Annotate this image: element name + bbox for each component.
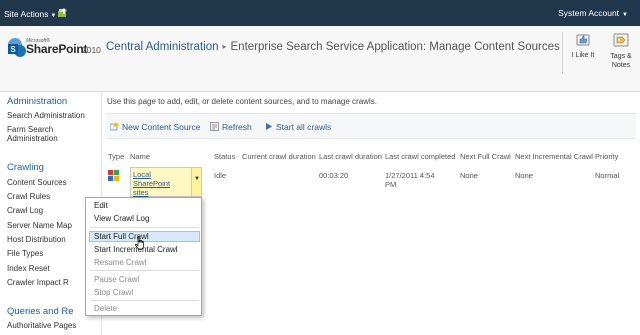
cell-last-crawl-completed-line2: PM bbox=[385, 180, 397, 189]
nav-item-authoritative-pages[interactable]: Authoritative Pages bbox=[7, 321, 76, 330]
chevron-down-icon: ▼ bbox=[622, 12, 628, 18]
column-header-last-crawl-completed[interactable]: Last crawl completed bbox=[385, 152, 455, 161]
tags-label-line1: Tags & bbox=[610, 53, 632, 60]
svg-text:S: S bbox=[10, 45, 16, 54]
user-menu[interactable]: System Account ▼ bbox=[558, 8, 628, 18]
nav-heading-queries-and-results[interactable]: Queries and Re bbox=[7, 306, 74, 317]
breadcrumb-root-link[interactable]: Central Administration bbox=[106, 41, 219, 53]
cell-last-crawl-completed-line1: 1/27/2011 4:54 bbox=[385, 171, 435, 180]
content-source-name-line1: Local bbox=[133, 170, 151, 179]
content-source-context-menu: Edit View Crawl Log Start Full Crawl Sta… bbox=[85, 197, 202, 316]
logo-version: 2010 bbox=[82, 45, 101, 55]
hand-cursor-icon bbox=[135, 236, 144, 250]
nav-heading-administration[interactable]: Administration bbox=[7, 96, 67, 107]
column-header-last-crawl-duration[interactable]: Last crawl duration bbox=[319, 152, 382, 161]
cell-last-crawl-duration: 00:03:20 bbox=[319, 171, 349, 180]
cell-next-full-crawl: None bbox=[460, 171, 478, 180]
menu-item-pause-crawl: Pause Crawl bbox=[94, 275, 140, 284]
menu-item-view-crawl-log[interactable]: View Crawl Log bbox=[94, 214, 149, 223]
column-header-current-crawl-duration[interactable]: Current crawl duration bbox=[242, 152, 316, 161]
title-area: S Microsoft® SharePoint 2010 Central Adm… bbox=[0, 26, 640, 92]
thumbs-up-icon bbox=[576, 34, 590, 46]
play-icon bbox=[266, 123, 272, 130]
column-header-name[interactable]: Name bbox=[130, 152, 150, 161]
site-actions-menu[interactable]: Site Actions ▼ bbox=[4, 9, 56, 19]
content-source-menu-dropdown[interactable]: ▼ bbox=[191, 168, 201, 196]
content-source-name-cell[interactable]: Local SharePoint sites ▼ bbox=[130, 167, 202, 197]
page-title: Enterprise Search Service Application: M… bbox=[230, 41, 560, 53]
nav-item-server-name-mappings[interactable]: Server Name Map bbox=[7, 221, 72, 230]
content-source-toolbar: New Content Source Refresh Start all cra… bbox=[106, 113, 636, 139]
menu-separator bbox=[90, 300, 199, 301]
nav-item-crawl-log[interactable]: Crawl Log bbox=[7, 206, 43, 215]
menu-item-resume-crawl: Resume Crawl bbox=[94, 258, 147, 267]
cell-status: Idle bbox=[214, 171, 227, 180]
menu-item-edit[interactable]: Edit bbox=[94, 201, 108, 210]
sharepoint-content-source-icon bbox=[108, 170, 119, 181]
nav-item-host-distribution[interactable]: Host Distribution bbox=[7, 235, 66, 244]
nav-item-farm-search[interactable]: Farm Search bbox=[7, 125, 53, 134]
nav-item-search-administration[interactable]: Search Administration bbox=[7, 111, 85, 120]
nav-item-crawler-impact-rules[interactable]: Crawler Impact R bbox=[7, 278, 69, 287]
start-all-crawls-label: Start all crawls bbox=[276, 122, 332, 132]
nav-item-index-reset[interactable]: Index Reset bbox=[7, 264, 50, 273]
new-content-source-button[interactable]: New Content Source bbox=[110, 122, 200, 132]
cell-priority: Normal bbox=[595, 171, 620, 180]
nav-heading-crawling[interactable]: Crawling bbox=[7, 162, 44, 173]
column-header-status[interactable]: Status bbox=[214, 152, 235, 161]
site-actions-label: Site Actions bbox=[4, 9, 49, 19]
sharepoint-logo-icon: S bbox=[8, 38, 26, 57]
nav-item-farm-search-cont[interactable]: Administration bbox=[7, 134, 58, 143]
logo-product-name: SharePoint bbox=[26, 42, 88, 56]
breadcrumb-separator-icon: ▸ bbox=[222, 42, 227, 51]
menu-item-stop-crawl: Stop Crawl bbox=[94, 288, 134, 297]
breadcrumb: Central Administration ▸ Enterprise Search… bbox=[106, 41, 560, 53]
content-source-name-line3: sites bbox=[133, 188, 149, 197]
start-all-crawls-button[interactable]: Start all crawls bbox=[264, 122, 331, 132]
column-header-next-incremental-crawl[interactable]: Next Incremental Crawl bbox=[515, 152, 593, 161]
content-source-name-link[interactable]: Local SharePoint sites bbox=[133, 170, 191, 197]
chevron-down-icon: ▼ bbox=[50, 13, 57, 19]
new-item-icon bbox=[110, 122, 119, 131]
i-like-it-button[interactable]: I Like It bbox=[568, 32, 598, 59]
tag-icon bbox=[613, 33, 629, 47]
page-description: Use this page to add, edit, or delete co… bbox=[107, 97, 377, 106]
refresh-label: Refresh bbox=[222, 122, 252, 132]
column-header-type[interactable]: Type bbox=[108, 152, 124, 161]
refresh-icon bbox=[210, 122, 219, 131]
ribbon-divider bbox=[562, 32, 563, 74]
new-content-source-label: New Content Source bbox=[122, 122, 201, 132]
nav-item-file-types[interactable]: File Types bbox=[7, 249, 43, 258]
nav-item-crawl-rules[interactable]: Crawl Rules bbox=[7, 192, 50, 201]
menu-separator bbox=[90, 227, 199, 228]
tags-label-line2: Notes bbox=[611, 62, 631, 69]
i-like-it-label: I Like It bbox=[571, 52, 595, 59]
column-header-priority[interactable]: Priority bbox=[595, 152, 618, 161]
refresh-button[interactable]: Refresh bbox=[210, 122, 252, 132]
cell-next-incremental-crawl: None bbox=[515, 171, 533, 180]
nav-item-content-sources[interactable]: Content Sources bbox=[7, 178, 67, 187]
chevron-down-icon: ▼ bbox=[194, 176, 200, 182]
content-source-name-line2: SharePoint bbox=[133, 179, 171, 188]
menu-separator bbox=[90, 270, 199, 271]
tags-notes-button[interactable]: Tags & Notes bbox=[606, 32, 636, 70]
top-bar: Site Actions ▼ System Account ▼ bbox=[0, 0, 640, 26]
menu-item-delete: Delete bbox=[94, 304, 118, 313]
column-header-next-full-crawl[interactable]: Next Full Crawl bbox=[460, 152, 511, 161]
user-name: System Account bbox=[558, 8, 620, 18]
cell-last-crawl-completed: 1/27/2011 4:54 PM bbox=[385, 171, 435, 189]
navigate-up-icon[interactable] bbox=[58, 8, 68, 18]
